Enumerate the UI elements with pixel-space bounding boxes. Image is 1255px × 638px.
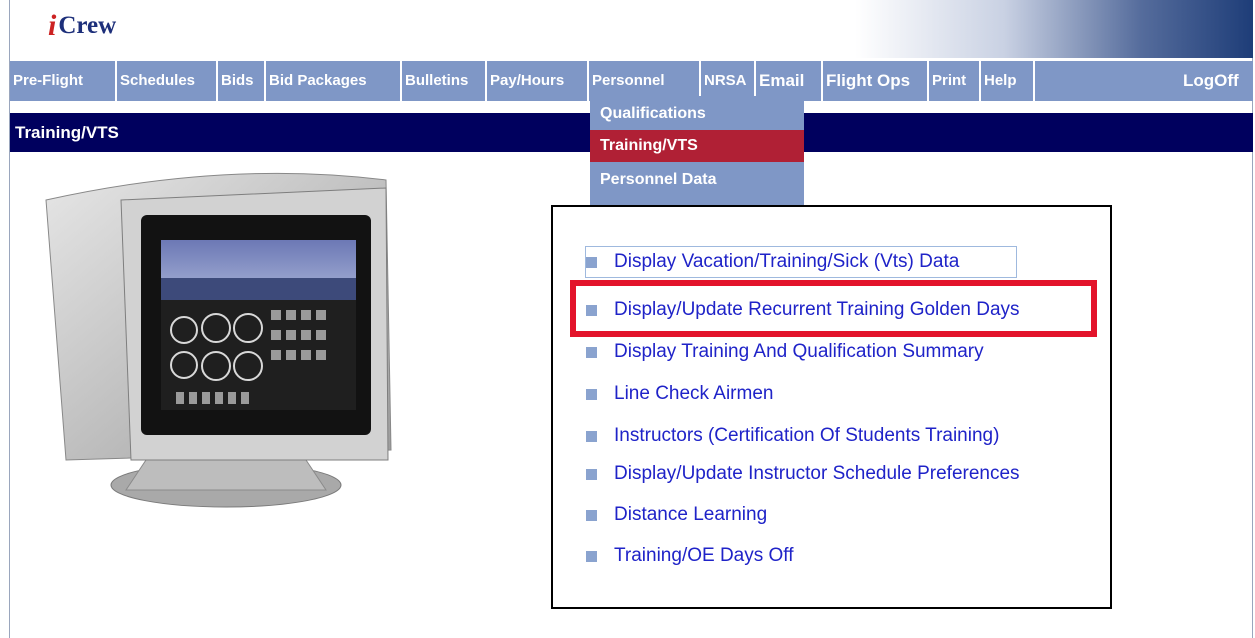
- logo-crew: Crew: [58, 12, 117, 39]
- nav-bulletins[interactable]: Bulletins: [402, 61, 487, 101]
- nav-help[interactable]: Help: [981, 61, 1035, 101]
- nav-pre-flight[interactable]: Pre-Flight: [10, 61, 117, 101]
- page-title: Training/VTS: [15, 123, 119, 142]
- link-label[interactable]: Display/Update Instructor Schedule Prefe…: [614, 463, 1020, 485]
- link-line-check-airmen[interactable]: Line Check Airmen: [586, 381, 773, 407]
- link-label[interactable]: Instructors (Certification Of Students T…: [614, 425, 999, 447]
- nav-flight-ops[interactable]: Flight Ops: [823, 61, 929, 101]
- dropdown-item-training-vts[interactable]: Training/VTS: [590, 130, 804, 162]
- link-label[interactable]: Distance Learning: [614, 504, 767, 526]
- link-label[interactable]: Display Vacation/Training/Sick (Vts) Dat…: [614, 251, 959, 273]
- dropdown-item-qualifications[interactable]: Qualifications: [590, 98, 804, 130]
- nav-pay-hours[interactable]: Pay/Hours: [487, 61, 589, 101]
- flight-simulator-monitor-image: [45, 172, 392, 508]
- main-nav: Pre-Flight Schedules Bids Bid Packages B…: [10, 61, 1253, 101]
- bullet-icon: [586, 509, 597, 521]
- nav-nrsa[interactable]: NRSA: [701, 61, 756, 101]
- link-distance-learning[interactable]: Distance Learning: [586, 502, 767, 528]
- logoff-button[interactable]: LogOff: [1180, 61, 1250, 101]
- icrew-logo[interactable]: i Crew: [48, 9, 116, 43]
- link-label[interactable]: Training/OE Days Off: [614, 545, 794, 567]
- bullet-icon: [586, 430, 597, 442]
- nav-personnel[interactable]: Personnel: [589, 61, 701, 101]
- bullet-icon: [586, 346, 597, 358]
- bullet-icon: [586, 550, 597, 562]
- link-instructor-schedule-preferences[interactable]: Display/Update Instructor Schedule Prefe…: [586, 461, 1020, 487]
- highlight-annotation-box: [570, 280, 1097, 337]
- dropdown-item-personnel-data[interactable]: Personnel Data: [590, 164, 804, 196]
- link-display-vts-data[interactable]: Display Vacation/Training/Sick (Vts) Dat…: [586, 249, 959, 275]
- nav-bids[interactable]: Bids: [218, 61, 266, 101]
- bullet-icon: [586, 468, 597, 480]
- bullet-icon: [586, 388, 597, 400]
- nav-print[interactable]: Print: [929, 61, 981, 101]
- link-training-oe-days-off[interactable]: Training/OE Days Off: [586, 543, 794, 569]
- header-banner: i Crew: [10, 0, 1253, 58]
- logo-i: i: [48, 9, 57, 42]
- nav-email[interactable]: Email: [756, 61, 823, 101]
- nav-schedules[interactable]: Schedules: [117, 61, 218, 101]
- link-label[interactable]: Line Check Airmen: [614, 383, 773, 405]
- link-instructors-certification[interactable]: Instructors (Certification Of Students T…: [586, 423, 999, 449]
- nav-bid-packages[interactable]: Bid Packages: [266, 61, 402, 101]
- link-label[interactable]: Display Training And Qualification Summa…: [614, 341, 984, 363]
- bullet-icon: [586, 256, 597, 268]
- link-training-qualification-summary[interactable]: Display Training And Qualification Summa…: [586, 339, 984, 365]
